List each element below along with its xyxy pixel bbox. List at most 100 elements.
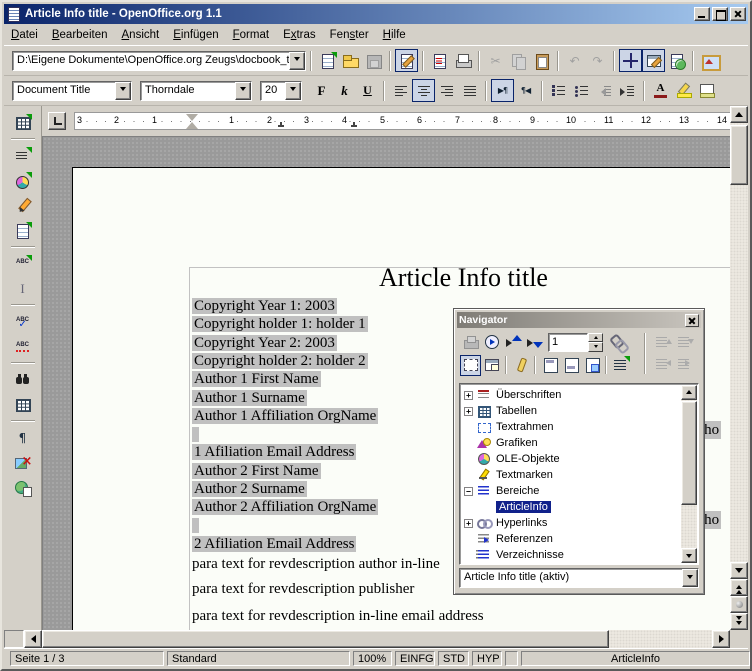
next-object-button[interactable] xyxy=(523,332,544,353)
expand-icon[interactable]: + xyxy=(464,391,473,400)
document-select-combobox[interactable]: Article Info title (aktiv) xyxy=(459,568,699,588)
bullet-list-button[interactable] xyxy=(570,79,593,102)
save-button[interactable] xyxy=(362,49,385,72)
find-replace-button[interactable] xyxy=(10,367,36,392)
align-right-button[interactable] xyxy=(435,79,458,102)
insert-object-button[interactable] xyxy=(10,168,36,193)
tree-scroll-up-button[interactable] xyxy=(681,385,697,400)
document-heading[interactable]: Article Info title xyxy=(191,263,734,293)
footer-button[interactable] xyxy=(560,355,581,376)
scroll-down-button[interactable] xyxy=(730,562,748,579)
tree-item-bereiche[interactable]: − Bereiche xyxy=(463,483,696,499)
align-left-button[interactable] xyxy=(389,79,412,102)
size-dropdown-button[interactable] xyxy=(285,82,301,100)
paragraph-background-button[interactable] xyxy=(695,79,718,102)
nonprinting-characters-button[interactable]: ¶ xyxy=(10,425,36,450)
promote-chapter-button[interactable] xyxy=(652,331,673,352)
font-size-combobox[interactable]: 20 xyxy=(260,81,302,101)
tab-stop-marker[interactable] xyxy=(351,125,357,127)
auto-spellcheck-button[interactable]: ABC xyxy=(10,334,36,359)
open-button[interactable] xyxy=(339,49,362,72)
align-center-button[interactable] xyxy=(412,79,435,102)
spellcheck-button[interactable]: ABC xyxy=(10,309,36,334)
document-line[interactable]: para text for revdescription author in-l… xyxy=(192,555,440,573)
menu-bearbeiten[interactable]: Bearbeiten xyxy=(45,27,115,43)
document-line[interactable]: para text for revdescription publisher xyxy=(192,580,414,598)
collapse-icon[interactable]: − xyxy=(464,487,473,496)
navigation-dot-button[interactable] xyxy=(730,596,748,613)
tab-type-button[interactable] xyxy=(48,112,66,130)
drag-mode-button[interactable] xyxy=(607,332,628,353)
font-name-combobox[interactable]: Thorndale xyxy=(140,81,252,101)
copy-button[interactable] xyxy=(507,49,530,72)
horizontal-scroll-thumb[interactable] xyxy=(42,630,609,648)
active-document-value[interactable]: Article Info title (aktiv) xyxy=(460,569,682,587)
navigator-toggle-button[interactable] xyxy=(619,49,642,72)
tree-item-label-selected[interactable]: ArticleInfo xyxy=(496,501,551,513)
vertical-scroll-thumb[interactable] xyxy=(730,125,748,185)
data-sources-button[interactable] xyxy=(10,392,36,417)
menu-extras[interactable]: Extras xyxy=(276,27,323,43)
promote-level-button[interactable] xyxy=(652,353,673,374)
maximize-button[interactable] xyxy=(712,7,728,21)
previous-object-button[interactable] xyxy=(502,332,523,353)
stylist-toggle-button[interactable] xyxy=(642,49,665,72)
document-line[interactable]: Copyright Year 2: 2003 xyxy=(192,334,337,352)
navigator-content-tree[interactable]: + Überschriften + Tabellen Textrahmen Gr… xyxy=(459,383,699,565)
expand-icon[interactable]: + xyxy=(464,407,473,416)
draw-functions-button[interactable] xyxy=(10,193,36,218)
document-line[interactable]: Author 2 Surname xyxy=(192,480,307,498)
close-button[interactable] xyxy=(730,7,746,21)
document-line[interactable]: 1 Afiliation Email Address xyxy=(192,443,356,461)
scroll-right-button[interactable] xyxy=(712,630,730,648)
document-line[interactable]: Author 2 Affiliation OrgName xyxy=(192,498,378,516)
document-line[interactable]: Author 1 First Name xyxy=(192,370,321,388)
navigator-panel[interactable]: Navigator 1 xyxy=(453,308,705,595)
data-source-toggle-button[interactable] xyxy=(460,332,481,353)
cut-button[interactable]: ✂ xyxy=(484,49,507,72)
numbered-list-button[interactable] xyxy=(547,79,570,102)
tree-scroll-down-button[interactable] xyxy=(681,548,697,563)
edit-file-button[interactable] xyxy=(395,49,418,72)
demote-level-button[interactable] xyxy=(674,353,695,374)
decrease-indent-button[interactable] xyxy=(593,79,616,102)
tree-item-ueberschriften[interactable]: + Überschriften xyxy=(463,387,696,403)
minimize-button[interactable] xyxy=(694,7,710,21)
spin-up-button[interactable] xyxy=(588,333,603,343)
tree-item-textmarken[interactable]: Textmarken xyxy=(463,467,696,483)
navigator-close-button[interactable] xyxy=(685,314,699,327)
menu-format[interactable]: Format xyxy=(226,27,276,43)
new-document-button[interactable] xyxy=(316,49,339,72)
page-number-value[interactable]: 1 xyxy=(548,333,588,352)
content-view-button[interactable] xyxy=(481,355,502,376)
set-reminder-button[interactable] xyxy=(510,355,531,376)
navigator-title-bar[interactable]: Navigator xyxy=(457,312,701,328)
autotext-button[interactable]: ABC xyxy=(10,251,36,276)
expand-icon[interactable]: + xyxy=(464,519,473,528)
listbox-toggle-button[interactable] xyxy=(460,355,481,376)
title-bar[interactable]: Article Info title - OpenOffice.org 1.1 xyxy=(4,4,748,24)
tree-item-articleinfo[interactable]: ArticleInfo xyxy=(463,499,696,515)
tab-stop-marker[interactable] xyxy=(278,125,284,127)
insert-table-button[interactable] xyxy=(10,110,36,135)
document-line[interactable]: Author 1 Surname xyxy=(192,389,307,407)
status-selection-mode[interactable]: STD xyxy=(438,651,469,666)
document-line[interactable]: Author 2 First Name xyxy=(192,462,321,480)
font-dropdown-button[interactable] xyxy=(235,82,251,100)
hyperlink-dialog-button[interactable] xyxy=(665,49,688,72)
load-url-value[interactable]: D:\Eigene Dokumente\OpenOffice.org Zeugs… xyxy=(13,52,289,70)
highlighting-button[interactable] xyxy=(672,79,695,102)
scroll-left-button[interactable] xyxy=(24,630,42,648)
horizontal-ruler[interactable]: 3 2 1 1 2 3 4 5 6 7 8 9 10 11 12 13 14 xyxy=(74,112,734,130)
font-name-value[interactable]: Thorndale xyxy=(141,82,235,100)
page-number-spinner[interactable]: 1 xyxy=(548,333,603,352)
tree-item-tabellen[interactable]: + Tabellen xyxy=(463,403,696,419)
document-line[interactable]: Author 1 Affiliation OrgName xyxy=(192,407,378,425)
paste-button[interactable] xyxy=(530,49,553,72)
online-layout-button[interactable] xyxy=(10,475,36,500)
tree-item-ole-objekte[interactable]: OLE-Objekte xyxy=(463,451,696,467)
paragraph-style-combobox[interactable]: Document Title xyxy=(12,81,132,101)
status-insert-mode[interactable]: EINFG xyxy=(395,651,435,666)
underline-button[interactable]: U xyxy=(356,79,379,102)
menu-fenster[interactable]: Fenster xyxy=(323,27,376,43)
